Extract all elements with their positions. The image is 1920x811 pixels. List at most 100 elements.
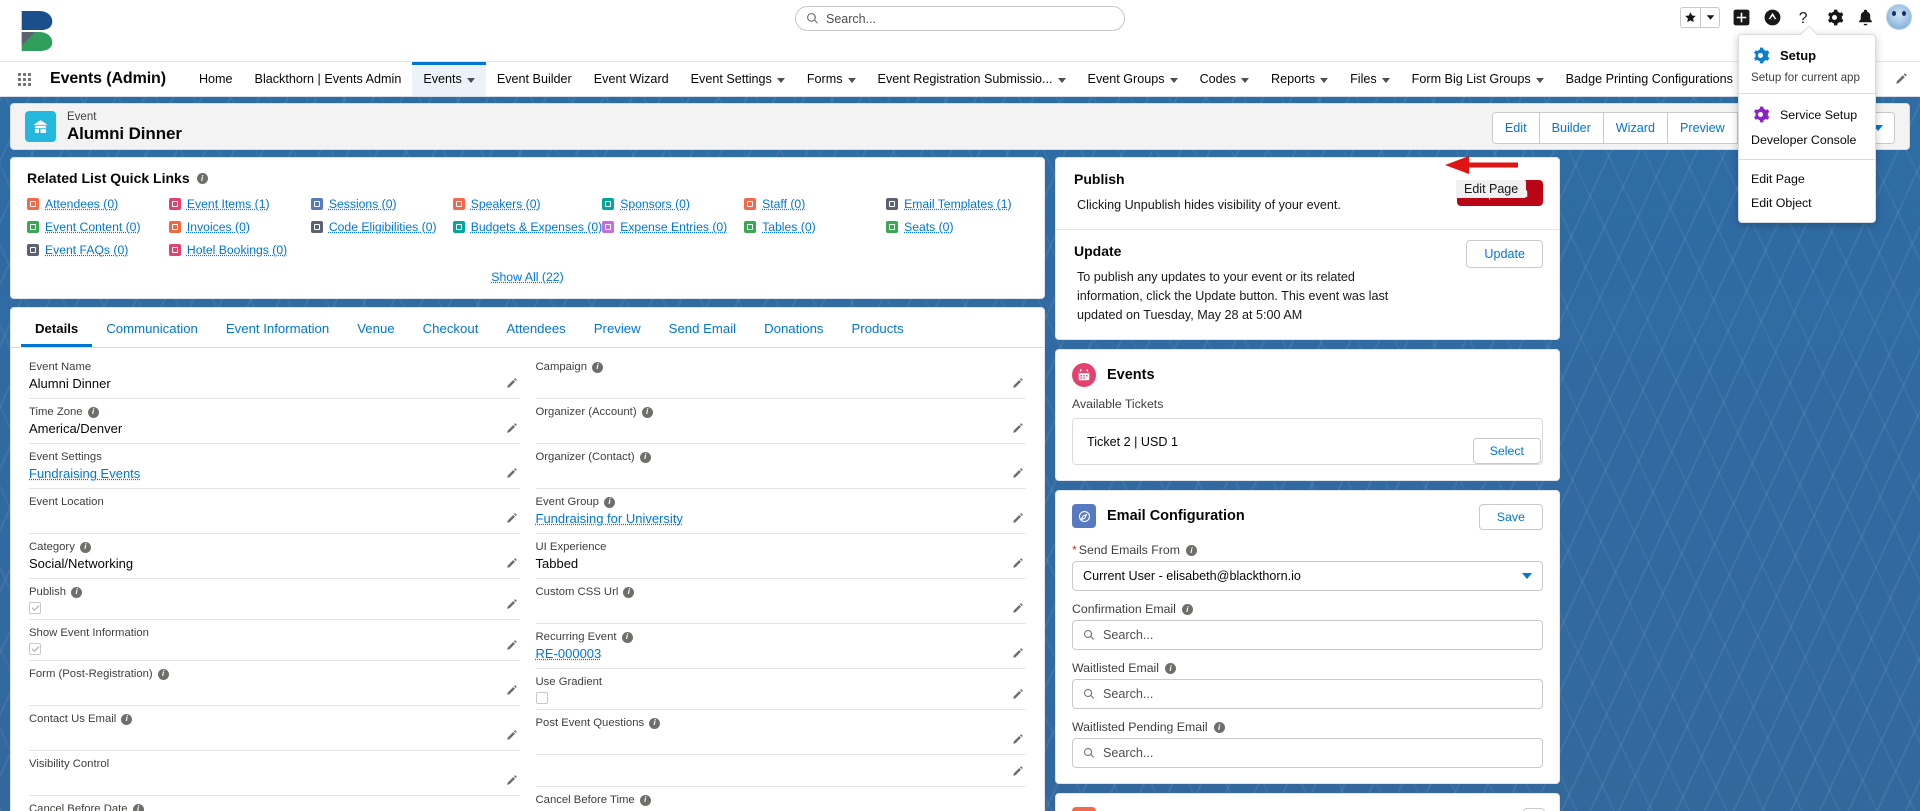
edit-pencil-icon[interactable]: [506, 422, 518, 437]
nav-item-reports[interactable]: Reports: [1260, 62, 1339, 96]
edit-pencil-icon[interactable]: [1012, 602, 1024, 617]
quick-link-item[interactable]: Event FAQs (0): [27, 243, 169, 257]
favorites-group[interactable]: [1680, 6, 1720, 28]
tab-products[interactable]: Products: [838, 308, 918, 347]
nav-item-files[interactable]: Files: [1339, 62, 1401, 96]
nav-item-event-settings[interactable]: Event Settings: [680, 62, 796, 96]
favorite-star-icon[interactable]: [1681, 8, 1700, 27]
info-icon[interactable]: i: [592, 361, 603, 373]
field-checkbox[interactable]: [29, 643, 41, 655]
edit-pencil-icon[interactable]: [1012, 765, 1024, 780]
quick-link-item[interactable]: Speakers (0): [452, 197, 602, 211]
menu-item-service-setup[interactable]: Service Setup: [1739, 101, 1875, 128]
user-avatar[interactable]: [1886, 4, 1912, 30]
tab-details[interactable]: Details: [21, 308, 92, 347]
info-icon[interactable]: i: [121, 713, 133, 725]
nav-item-event-registration-submissio[interactable]: Event Registration Submissio...: [867, 62, 1077, 96]
edit-pencil-icon[interactable]: [1012, 377, 1024, 392]
preview-button[interactable]: Preview: [1667, 113, 1738, 143]
info-icon[interactable]: i: [639, 794, 651, 806]
edit-pencil-icon[interactable]: [1012, 422, 1024, 437]
quick-link-item[interactable]: Tables (0): [744, 220, 886, 234]
notifications-bell-icon[interactable]: [1855, 7, 1875, 27]
edit-pencil-icon[interactable]: [506, 774, 518, 789]
add-icon[interactable]: [1731, 7, 1751, 27]
help-icon[interactable]: ?: [1793, 7, 1813, 27]
quick-link-label[interactable]: Speakers (0): [471, 197, 541, 211]
quick-link-item[interactable]: Sponsors (0): [602, 197, 744, 211]
field-checkbox[interactable]: [535, 692, 548, 704]
edit-pencil-icon[interactable]: [1012, 557, 1024, 572]
info-icon[interactable]: i: [1181, 603, 1193, 615]
setup-dropdown-menu[interactable]: Setup Setup for current app Service Setu…: [1738, 25, 1876, 223]
trailhead-icon[interactable]: [1762, 7, 1782, 27]
quick-link-item[interactable]: Staff (0): [744, 197, 886, 211]
waitlisted-pending-email-search[interactable]: Search...: [1072, 738, 1543, 768]
favorites-caret-icon[interactable]: [1700, 7, 1719, 27]
quick-link-item[interactable]: Email Templates (1): [886, 197, 1028, 211]
quick-link-label[interactable]: Email Templates (1): [904, 197, 1011, 211]
menu-item-developer-console[interactable]: Developer Console: [1739, 128, 1875, 152]
blackthorn-logo[interactable]: [0, 0, 66, 62]
global-search-input[interactable]: Search...: [795, 6, 1125, 31]
edit-pencil-icon[interactable]: [506, 684, 518, 699]
nav-item-badge-printing-configurations[interactable]: Badge Printing Configurations: [1555, 62, 1757, 96]
send-emails-from-select[interactable]: Current User - elisabeth@blackthorn.io: [1072, 561, 1543, 591]
info-icon[interactable]: i: [1185, 544, 1197, 556]
edit-pencil-icon[interactable]: [1012, 512, 1024, 527]
quick-link-item[interactable]: Event Items (1): [168, 197, 311, 211]
info-icon[interactable]: i: [621, 631, 633, 643]
field-value[interactable]: Fundraising for University: [536, 510, 1027, 528]
quick-link-label[interactable]: Code Eligibilities (0): [329, 220, 437, 234]
nav-item-event-wizard[interactable]: Event Wizard: [583, 62, 680, 96]
tab-send-email[interactable]: Send Email: [655, 308, 750, 347]
quick-link-label[interactable]: Event Items (1): [187, 197, 270, 211]
edit-pencil-icon[interactable]: [506, 598, 518, 613]
menu-item-edit-object[interactable]: Edit Object: [1739, 191, 1875, 215]
tab-checkout[interactable]: Checkout: [409, 308, 493, 347]
tab-event-information[interactable]: Event Information: [212, 308, 343, 347]
edit-nav-pencil-icon[interactable]: [1895, 72, 1908, 88]
quick-link-item[interactable]: Code Eligibilities (0): [310, 220, 453, 234]
info-icon[interactable]: i: [71, 586, 83, 598]
quick-link-item[interactable]: Hotel Bookings (0): [168, 243, 311, 257]
quick-link-item[interactable]: Budgets & Expenses (0): [452, 220, 602, 234]
quick-link-item[interactable]: Invoices (0): [168, 220, 311, 234]
quick-link-label[interactable]: Event Content (0): [45, 220, 141, 234]
nav-item-forms[interactable]: Forms: [796, 62, 867, 96]
edit-pencil-icon[interactable]: [1012, 467, 1024, 482]
field-checkbox[interactable]: [29, 602, 41, 614]
info-icon[interactable]: i: [196, 172, 208, 184]
edit-pencil-icon[interactable]: [506, 639, 518, 654]
edit-pencil-icon[interactable]: [1012, 733, 1024, 748]
quick-link-item[interactable]: Attendees (0): [27, 197, 169, 211]
quick-link-label[interactable]: Seats (0): [904, 220, 953, 234]
quick-link-item[interactable]: Event Content (0): [27, 220, 169, 234]
info-icon[interactable]: i: [623, 586, 635, 598]
nav-item-blackthorn-events-admin[interactable]: Blackthorn | Events Admin: [244, 62, 413, 96]
info-icon[interactable]: i: [87, 406, 99, 418]
update-button[interactable]: Update: [1466, 240, 1543, 268]
quick-link-item[interactable]: Sessions (0): [310, 197, 453, 211]
nav-item-home[interactable]: Home: [188, 62, 244, 96]
quick-link-label[interactable]: Staff (0): [762, 197, 805, 211]
edit-pencil-icon[interactable]: [1012, 688, 1024, 703]
builder-button[interactable]: Builder: [1539, 113, 1604, 143]
tab-attendees[interactable]: Attendees: [492, 308, 579, 347]
quick-link-label[interactable]: Sponsors (0): [620, 197, 690, 211]
tab-venue[interactable]: Venue: [343, 308, 408, 347]
quick-link-item[interactable]: Seats (0): [886, 220, 1028, 234]
edit-button[interactable]: Edit: [1492, 113, 1540, 143]
info-icon[interactable]: i: [1213, 721, 1225, 733]
edit-pencil-icon[interactable]: [506, 557, 518, 572]
field-value[interactable]: Fundraising Events: [29, 465, 520, 483]
menu-item-edit-page[interactable]: Edit Page: [1739, 167, 1875, 191]
quick-link-label[interactable]: Budgets & Expenses (0): [471, 220, 602, 234]
info-icon[interactable]: i: [641, 406, 653, 418]
nav-item-codes[interactable]: Codes: [1189, 62, 1260, 96]
waitlisted-email-search[interactable]: Search...: [1072, 679, 1543, 709]
field-value[interactable]: RE-000003: [536, 645, 1027, 663]
quick-link-label[interactable]: Event FAQs (0): [45, 243, 128, 257]
quick-link-label[interactable]: Invoices (0): [187, 220, 250, 234]
nav-item-event-builder[interactable]: Event Builder: [486, 62, 583, 96]
